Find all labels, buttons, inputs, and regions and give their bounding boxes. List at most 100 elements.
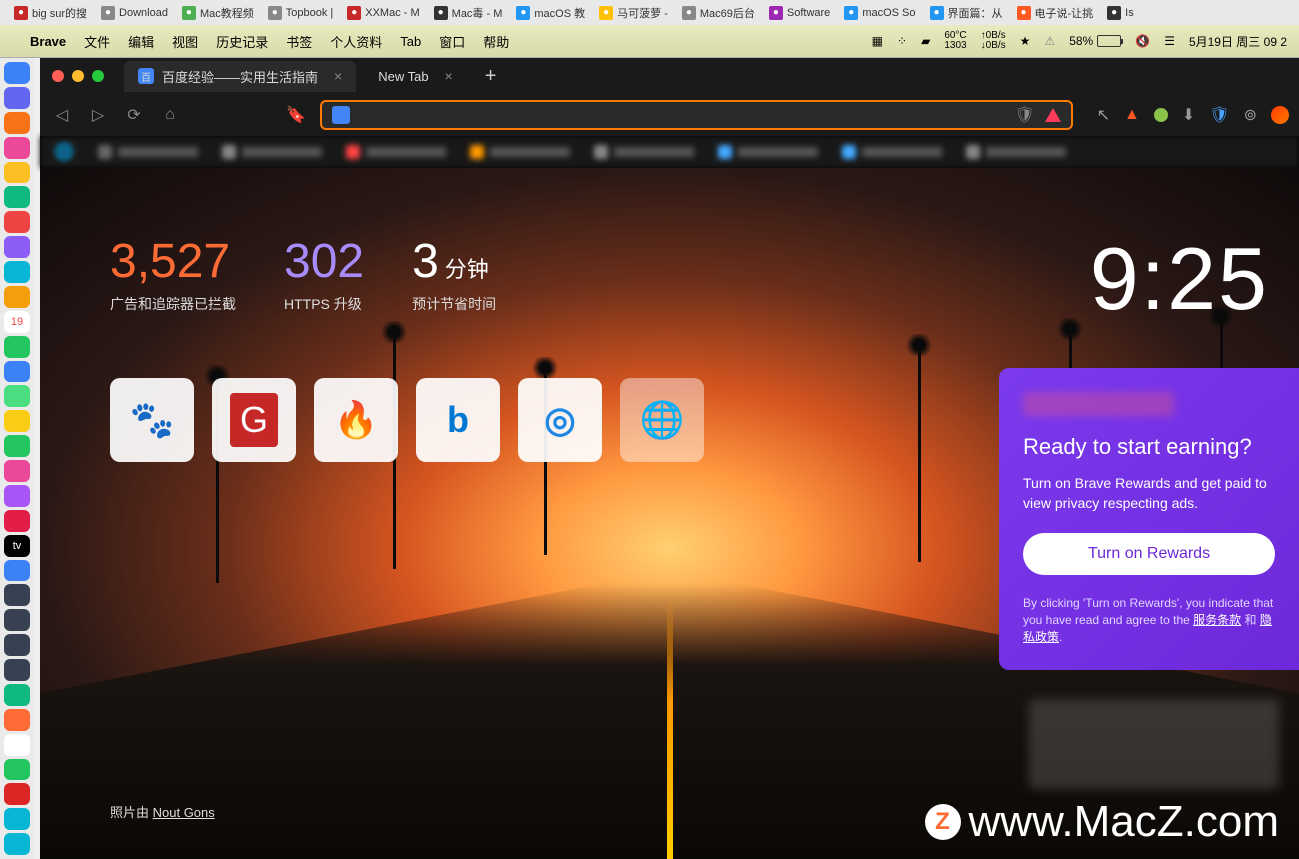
menubar-sound-icon[interactable]: 🔇 (1135, 34, 1150, 48)
host-tab[interactable]: ●界面篇：从 (924, 3, 1009, 23)
photographer-name[interactable]: Nout Gons (153, 805, 215, 820)
bookmark-item[interactable] (98, 145, 198, 159)
host-tab[interactable]: ●XXMac - M (341, 4, 425, 22)
tab-close-icon[interactable]: × (445, 68, 453, 84)
host-tab[interactable]: ●Download (95, 4, 174, 22)
host-tab[interactable]: ●big sur的搜 (8, 3, 93, 23)
menu-profile[interactable]: 个人资料 (330, 32, 382, 51)
bookmark-item[interactable] (470, 145, 570, 159)
dock-app-icon[interactable] (4, 87, 30, 109)
reload-button[interactable]: ⟳ (122, 105, 146, 125)
bookmark-item[interactable] (718, 145, 818, 159)
bookmark-globe-icon[interactable]: 🌐 (54, 142, 74, 162)
dock-app-icon[interactable] (4, 609, 30, 631)
close-window-button[interactable] (52, 70, 64, 82)
host-tab[interactable]: ●macOS 教 (510, 3, 591, 23)
host-tab[interactable]: ●macOS So (838, 4, 921, 22)
menubar-datetime[interactable]: 5月19日 周三 09 2 (1189, 33, 1287, 50)
menubar-grid-icon[interactable]: ▦ (872, 34, 883, 48)
browser-tab-1[interactable]: 百 百度经验——实用生活指南 × (124, 61, 356, 92)
top-site-tile[interactable]: 🌐 (620, 378, 704, 462)
dock-app-icon[interactable] (4, 62, 30, 84)
extension-icon[interactable]: ▲ (1124, 106, 1140, 124)
top-site-tile[interactable]: b (416, 378, 500, 462)
brave-shield-icon[interactable]: 🛡 (1014, 105, 1034, 125)
dock-app-icon[interactable] (4, 560, 30, 582)
dock-app-icon[interactable] (4, 759, 30, 781)
menubar-star-icon[interactable]: ★ (1020, 34, 1031, 48)
dock-app-icon[interactable] (4, 336, 30, 358)
url-input[interactable] (358, 108, 1006, 123)
dock-app-icon[interactable] (4, 808, 30, 830)
tos-link[interactable]: 服务条款 (1193, 613, 1241, 627)
host-tab[interactable]: ●Topbook | (262, 4, 340, 22)
host-tab[interactable]: ●Mac教程频 (176, 3, 260, 23)
host-tab[interactable]: ●Mac毒 - M (428, 3, 509, 23)
dock-app-icon[interactable] (4, 112, 30, 134)
menu-help[interactable]: 帮助 (483, 32, 509, 51)
dock-app-icon[interactable] (4, 261, 30, 283)
browser-tab-2[interactable]: New Tab × (364, 62, 467, 90)
new-tab-button[interactable]: + (475, 65, 507, 88)
cursor-icon[interactable]: ↖ (1097, 105, 1110, 125)
dock-app-icon[interactable] (4, 460, 30, 482)
bookmark-item[interactable] (346, 145, 446, 159)
dock-app-icon[interactable] (4, 236, 30, 258)
dock-app-icon[interactable] (4, 734, 30, 756)
dock-app-icon[interactable] (4, 485, 30, 507)
bookmark-item[interactable] (222, 145, 322, 159)
menu-view[interactable]: 视图 (172, 32, 198, 51)
url-bar[interactable]: 🛡 (320, 100, 1073, 130)
extension-status-icon[interactable] (1154, 108, 1168, 122)
dock-app-icon[interactable] (4, 385, 30, 407)
dock-app-icon[interactable] (4, 162, 30, 184)
dock-app-icon[interactable]: 19 (4, 311, 30, 333)
bookmark-item[interactable] (842, 145, 942, 159)
menubar-display-icon[interactable]: ▰ (921, 34, 930, 48)
tab-close-icon[interactable]: × (334, 68, 342, 84)
dock-app-icon[interactable] (4, 584, 30, 606)
host-tab[interactable]: ●Is (1101, 4, 1140, 22)
dock-app-icon[interactable] (4, 435, 30, 457)
menu-history[interactable]: 历史记录 (216, 32, 268, 51)
menubar-dots-icon[interactable]: ⁘ (897, 34, 907, 48)
menu-tab[interactable]: Tab (400, 34, 421, 49)
minimize-window-button[interactable] (72, 70, 84, 82)
dock-app-icon[interactable] (4, 634, 30, 656)
back-button[interactable]: ◁ (50, 105, 74, 125)
host-tab[interactable]: ●马可菠萝 - (593, 3, 674, 23)
bat-rewards-icon[interactable] (1045, 108, 1061, 122)
menubar-control-icon[interactable]: ☰ (1164, 34, 1175, 48)
dock-app-icon[interactable] (4, 286, 30, 308)
dock-app-icon[interactable] (4, 833, 30, 855)
menu-window[interactable]: 窗口 (439, 32, 465, 51)
home-button[interactable]: ⌂ (158, 106, 182, 124)
top-site-tile[interactable]: G (212, 378, 296, 462)
dock-app-icon[interactable] (4, 510, 30, 532)
dock-app-icon[interactable] (4, 684, 30, 706)
dock-app-icon[interactable] (4, 410, 30, 432)
top-site-tile[interactable]: ◎ (518, 378, 602, 462)
menubar-wifi-off-icon[interactable]: ⚠ (1044, 34, 1055, 48)
dock-app-icon[interactable] (4, 659, 30, 681)
top-site-tile[interactable]: 🐾 (110, 378, 194, 462)
more-menu-icon[interactable]: ⊚ (1244, 105, 1257, 125)
bookmark-item[interactable] (966, 145, 1066, 159)
host-tab[interactable]: ●Mac69后台 (676, 3, 761, 23)
shield-blue-icon[interactable]: 🛡 (1209, 105, 1229, 125)
bookmark-page-icon[interactable]: 🔖 (284, 105, 308, 125)
host-tab[interactable]: ●电子说-让挑 (1011, 3, 1100, 23)
host-tab[interactable]: ●Software (763, 4, 836, 22)
dock-app-icon[interactable] (4, 186, 30, 208)
menubar-battery[interactable]: 58% (1069, 34, 1121, 48)
bookmark-item[interactable] (594, 145, 694, 159)
menu-file[interactable]: 文件 (84, 32, 110, 51)
menu-bookmarks[interactable]: 书签 (286, 32, 312, 51)
site-identity-icon[interactable] (332, 106, 350, 124)
forward-button[interactable]: ▷ (86, 105, 110, 125)
menu-edit[interactable]: 编辑 (128, 32, 154, 51)
top-site-tile[interactable]: 🔥 (314, 378, 398, 462)
fullscreen-window-button[interactable] (92, 70, 104, 82)
dock-app-icon[interactable] (4, 709, 30, 731)
dock-app-icon[interactable] (4, 361, 30, 383)
